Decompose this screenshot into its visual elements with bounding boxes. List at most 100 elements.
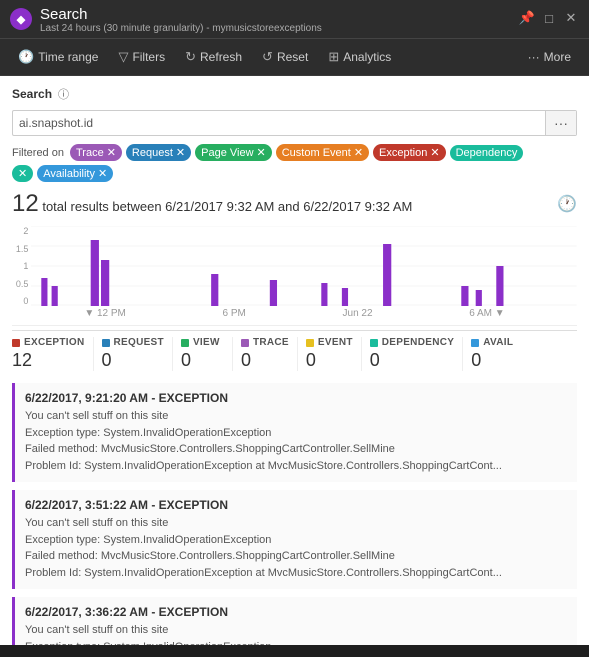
- chip-pageview-close[interactable]: ✕: [257, 146, 266, 159]
- exception-count: 12: [12, 350, 32, 371]
- legend-exception[interactable]: EXCEPTION 12: [12, 337, 94, 371]
- filters-button[interactable]: ▽ Filters: [110, 45, 173, 69]
- chip-trace-close[interactable]: ✕: [107, 146, 116, 159]
- results-description: total results between 6/21/2017 9:32 AM …: [42, 199, 412, 214]
- search-options-button[interactable]: ···: [545, 111, 576, 135]
- chip-custom[interactable]: Custom Event ✕: [276, 144, 369, 161]
- y-axis: 2 1.5 1 0.5 0: [12, 226, 31, 306]
- dep-dot: [370, 339, 378, 347]
- result-line4-1: Problem Id: System.InvalidOperationExcep…: [25, 458, 567, 475]
- event-dot: [306, 339, 314, 347]
- result-item-3[interactable]: 6/22/2017, 3:36:22 AM - EXCEPTION You ca…: [12, 597, 577, 645]
- reset-label: Reset: [277, 50, 308, 64]
- legend-request-label: REQUEST: [102, 337, 164, 348]
- pin-button[interactable]: 📌: [519, 10, 535, 26]
- legend-row: EXCEPTION 12 REQUEST 0 VIEW 0 TRACE 0: [12, 330, 577, 371]
- filter-row: Filtered on Trace ✕ Request ✕ Page View …: [12, 144, 577, 161]
- reset-button[interactable]: ↺ Reset: [254, 45, 316, 69]
- chip-exception-close[interactable]: ✕: [430, 146, 439, 159]
- result-line1-3: You can't sell stuff on this site: [25, 622, 567, 639]
- search-input-wrap: ···: [12, 110, 577, 136]
- search-info-icon[interactable]: ⓘ: [58, 86, 69, 102]
- analytics-button[interactable]: ⊞ Analytics: [320, 45, 399, 69]
- result-type-2: EXCEPTION: [159, 498, 228, 512]
- legend-dependency[interactable]: DEPENDENCY 0: [362, 337, 463, 371]
- result-line1-1: You can't sell stuff on this site: [25, 408, 567, 425]
- chip-dependency-x[interactable]: ✕: [12, 165, 33, 182]
- chip-custom-close[interactable]: ✕: [354, 146, 363, 159]
- legend-avail[interactable]: AVAIL 0: [463, 337, 523, 371]
- chip-dep-close[interactable]: ✕: [18, 167, 27, 180]
- chip-request[interactable]: Request ✕: [126, 144, 191, 161]
- y-label-05: 0.5: [12, 279, 28, 289]
- legend-dep-label: DEPENDENCY: [370, 337, 454, 348]
- search-label: Search: [12, 87, 52, 101]
- chip-availability[interactable]: Availability ✕: [37, 165, 113, 182]
- result-line2-2: Exception type: System.InvalidOperationE…: [25, 532, 567, 549]
- search-row: Search ⓘ: [12, 86, 577, 102]
- result-line3-1: Failed method: MvcMusicStore.Controllers…: [25, 441, 567, 458]
- chip-dependency[interactable]: Dependency: [450, 145, 524, 161]
- result-line2-3: Exception type: System.InvalidOperationE…: [25, 639, 567, 646]
- result-item-1[interactable]: 6/22/2017, 9:21:20 AM - EXCEPTION You ca…: [12, 383, 577, 482]
- time-range-button[interactable]: 🕐 Time range: [10, 45, 106, 69]
- results-text: 12 total results between 6/21/2017 9:32 …: [12, 190, 412, 218]
- filter-icon: ▽: [118, 49, 128, 65]
- avail-dot: [471, 339, 479, 347]
- result-line3-2: Failed method: MvcMusicStore.Controllers…: [25, 548, 567, 565]
- view-dot: [181, 339, 189, 347]
- x-label-12pm: ▼ 12 PM: [84, 308, 126, 319]
- result-separator-2: -: [151, 498, 158, 512]
- y-label-15: 1.5: [12, 244, 28, 254]
- close-button[interactable]: ✕: [563, 10, 579, 26]
- legend-avail-label: AVAIL: [471, 337, 513, 348]
- results-count: 12: [12, 190, 39, 217]
- grid-icon: ⊞: [328, 49, 339, 65]
- toolbar: 🕐 Time range ▽ Filters ↻ Refresh ↺ Reset…: [0, 39, 589, 76]
- history-icon[interactable]: 🕐: [557, 194, 577, 214]
- result-header-3: 6/22/2017, 3:36:22 AM - EXCEPTION: [25, 605, 567, 619]
- legend-exception-label: EXCEPTION: [12, 337, 85, 348]
- result-separator-3: -: [151, 605, 158, 619]
- refresh-button[interactable]: ↻ Refresh: [177, 45, 250, 69]
- refresh-label: Refresh: [200, 50, 242, 64]
- maximize-button[interactable]: □: [541, 10, 557, 26]
- trace-count: 0: [241, 350, 251, 371]
- x-label-jun22: Jun 22: [343, 308, 373, 319]
- chip-trace[interactable]: Trace ✕: [70, 144, 122, 161]
- y-label-1: 1: [12, 261, 28, 271]
- request-count: 0: [102, 350, 112, 371]
- exception-dot: [12, 339, 20, 347]
- legend-view-label: VIEW: [181, 337, 220, 348]
- result-header-2: 6/22/2017, 3:51:22 AM - EXCEPTION: [25, 498, 567, 512]
- more-button[interactable]: ··· More: [520, 46, 579, 68]
- result-type-1: EXCEPTION: [159, 391, 228, 405]
- window-controls: 📌 □ ✕: [519, 10, 579, 26]
- x-label-6am: 6 AM ▼: [469, 308, 504, 319]
- result-datetime-1: 6/22/2017, 9:21:20 AM: [25, 391, 148, 405]
- result-datetime-2: 6/22/2017, 3:51:22 AM: [25, 498, 148, 512]
- chip-request-close[interactable]: ✕: [176, 146, 185, 159]
- chip-pageview[interactable]: Page View ✕: [195, 144, 272, 161]
- request-dot: [102, 339, 110, 347]
- search-input[interactable]: [13, 112, 545, 134]
- result-item-2[interactable]: 6/22/2017, 3:51:22 AM - EXCEPTION You ca…: [12, 490, 577, 589]
- main-content: Search ⓘ ··· Filtered on Trace ✕ Request…: [0, 76, 589, 645]
- legend-trace[interactable]: TRACE 0: [233, 337, 298, 371]
- chip-avail-close[interactable]: ✕: [98, 167, 107, 180]
- y-label-0: 0: [12, 296, 28, 306]
- result-separator-1: -: [151, 391, 158, 405]
- chip-exception[interactable]: Exception ✕: [373, 144, 446, 161]
- avail-count: 0: [471, 350, 481, 371]
- legend-event[interactable]: EVENT 0: [298, 337, 362, 371]
- reset-icon: ↺: [262, 49, 273, 65]
- clock-icon: 🕐: [18, 49, 34, 65]
- filtered-on-label: Filtered on: [12, 147, 64, 159]
- legend-request[interactable]: REQUEST 0: [94, 337, 173, 371]
- result-datetime-3: 6/22/2017, 3:36:22 AM: [25, 605, 148, 619]
- result-line2-1: Exception type: System.InvalidOperationE…: [25, 425, 567, 442]
- legend-view[interactable]: VIEW 0: [173, 337, 233, 371]
- event-count: 0: [306, 350, 316, 371]
- window-subtitle: Last 24 hours (30 minute granularity) - …: [40, 23, 322, 34]
- time-range-label: Time range: [38, 50, 98, 64]
